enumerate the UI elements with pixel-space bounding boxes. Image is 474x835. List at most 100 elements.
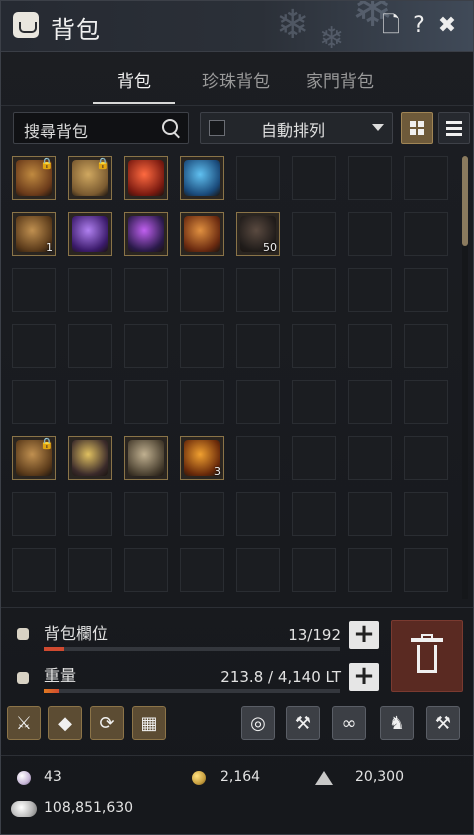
auto-sort-dropdown[interactable]: 自動排列 bbox=[200, 112, 393, 144]
inventory-slot[interactable] bbox=[124, 548, 168, 592]
diamond-button[interactable]: ◆ bbox=[48, 706, 82, 740]
inventory-slot[interactable] bbox=[236, 156, 280, 200]
weight-icon bbox=[17, 672, 29, 684]
inventory-slot[interactable] bbox=[180, 492, 224, 536]
tab-family-inventory[interactable]: 家門背包 bbox=[306, 67, 374, 92]
inventory-slot[interactable] bbox=[124, 212, 168, 256]
inventory-slot[interactable] bbox=[292, 380, 336, 424]
inventory-slot[interactable] bbox=[12, 268, 56, 312]
inventory-slot[interactable] bbox=[292, 492, 336, 536]
inventory-slot[interactable] bbox=[236, 492, 280, 536]
inventory-slot[interactable] bbox=[68, 268, 112, 312]
inventory-slot[interactable] bbox=[124, 436, 168, 480]
scrollbar-thumb[interactable] bbox=[462, 156, 468, 246]
document-icon[interactable]: 🗋 bbox=[379, 14, 403, 38]
trash-button[interactable] bbox=[391, 620, 463, 692]
inventory-slot[interactable]: 50 bbox=[236, 212, 280, 256]
inventory-slot[interactable] bbox=[404, 268, 448, 312]
list-view-button[interactable] bbox=[438, 112, 470, 144]
blue-elixir-icon bbox=[184, 160, 220, 196]
auto-sort-checkbox[interactable] bbox=[209, 120, 225, 136]
inventory-slot[interactable]: 3 bbox=[180, 436, 224, 480]
inventory-slot[interactable] bbox=[68, 212, 112, 256]
inventory-slot[interactable] bbox=[124, 324, 168, 368]
inventory-slot[interactable] bbox=[348, 324, 392, 368]
grid-view-button[interactable] bbox=[401, 112, 433, 144]
grid-menu-button[interactable]: ▦ bbox=[132, 706, 166, 740]
inventory-slot[interactable]: 1 bbox=[12, 212, 56, 256]
inventory-slot[interactable] bbox=[236, 324, 280, 368]
inventory-slot[interactable] bbox=[348, 492, 392, 536]
inventory-slot[interactable] bbox=[348, 268, 392, 312]
inventory-slot[interactable] bbox=[404, 548, 448, 592]
inventory-slot[interactable]: 🔒 bbox=[12, 156, 56, 200]
tab-pearl-inventory[interactable]: 珍珠背包 bbox=[202, 67, 270, 92]
inventory-slot[interactable] bbox=[124, 268, 168, 312]
chevron-down-icon[interactable] bbox=[372, 124, 384, 131]
inventory-slot[interactable] bbox=[124, 492, 168, 536]
inventory-slot[interactable] bbox=[292, 268, 336, 312]
expand-slots-button[interactable]: + bbox=[349, 621, 379, 649]
inventory-slot[interactable]: 🔒 bbox=[12, 436, 56, 480]
weight-value: 213.8 / 4,140 LT bbox=[220, 668, 341, 686]
title-bar[interactable]: ❄ ❄ ❄ 背包 🗋 ? ✖ bbox=[1, 1, 473, 52]
inventory-slot[interactable] bbox=[404, 380, 448, 424]
expand-weight-button[interactable]: + bbox=[349, 663, 379, 691]
close-icon[interactable]: ✖ bbox=[435, 14, 459, 38]
inventory-slot[interactable] bbox=[292, 324, 336, 368]
inventory-slot[interactable] bbox=[180, 548, 224, 592]
inventory-slot[interactable] bbox=[68, 548, 112, 592]
hammer-button[interactable]: ⚒ bbox=[286, 706, 320, 740]
recycle-button[interactable]: ⟳ bbox=[90, 706, 124, 740]
inventory-slot[interactable] bbox=[348, 436, 392, 480]
inventory-slot[interactable] bbox=[12, 548, 56, 592]
repair-hammer-button[interactable]: ⚒ bbox=[426, 706, 460, 740]
inventory-slot[interactable] bbox=[292, 436, 336, 480]
inventory-slot[interactable] bbox=[180, 324, 224, 368]
tab-inventory[interactable]: 背包 bbox=[117, 67, 151, 92]
inventory-slot[interactable] bbox=[68, 436, 112, 480]
inventory-slot[interactable] bbox=[404, 156, 448, 200]
sparkle-sword-button[interactable]: ⚔ bbox=[7, 706, 41, 740]
inventory-slot[interactable] bbox=[68, 492, 112, 536]
inventory-slot[interactable] bbox=[236, 380, 280, 424]
inventory-slot[interactable] bbox=[12, 492, 56, 536]
inventory-slot[interactable] bbox=[124, 380, 168, 424]
inventory-slot[interactable] bbox=[404, 212, 448, 256]
inventory-slot[interactable] bbox=[180, 156, 224, 200]
trash-lid bbox=[411, 638, 443, 642]
search-icon[interactable] bbox=[162, 119, 178, 135]
inventory-slot[interactable] bbox=[348, 380, 392, 424]
anvil-button[interactable]: ♞ bbox=[380, 706, 414, 740]
lantern-button[interactable]: ◎ bbox=[241, 706, 275, 740]
inventory-slot[interactable] bbox=[292, 548, 336, 592]
inventory-slot[interactable] bbox=[236, 436, 280, 480]
inventory-slot[interactable] bbox=[68, 324, 112, 368]
inventory-slot[interactable] bbox=[404, 492, 448, 536]
inventory-slot[interactable] bbox=[236, 548, 280, 592]
search-input[interactable]: 搜尋背包 bbox=[13, 112, 189, 144]
inventory-slot[interactable] bbox=[68, 380, 112, 424]
help-icon[interactable]: ? bbox=[407, 14, 431, 38]
window-title: 背包 bbox=[51, 16, 101, 44]
inventory-scrollbar[interactable] bbox=[462, 156, 468, 599]
inventory-slot[interactable] bbox=[12, 324, 56, 368]
inventory-slot[interactable] bbox=[180, 268, 224, 312]
inventory-slot[interactable] bbox=[292, 212, 336, 256]
divider bbox=[1, 607, 473, 608]
inventory-slot[interactable] bbox=[180, 212, 224, 256]
inventory-slot[interactable] bbox=[348, 212, 392, 256]
inventory-slot[interactable] bbox=[180, 380, 224, 424]
inventory-slot[interactable] bbox=[236, 268, 280, 312]
inventory-slot[interactable] bbox=[404, 436, 448, 480]
swirl-button[interactable]: ∞ bbox=[332, 706, 366, 740]
inventory-slot[interactable] bbox=[348, 548, 392, 592]
inventory-slot[interactable]: 🔒 bbox=[68, 156, 112, 200]
inventory-slot[interactable] bbox=[124, 156, 168, 200]
inventory-slot[interactable] bbox=[348, 156, 392, 200]
inventory-slot[interactable] bbox=[292, 156, 336, 200]
lock-icon: 🔒 bbox=[40, 437, 54, 450]
inventory-slot[interactable] bbox=[12, 380, 56, 424]
inventory-slot[interactable] bbox=[404, 324, 448, 368]
weight-bar bbox=[44, 689, 340, 693]
